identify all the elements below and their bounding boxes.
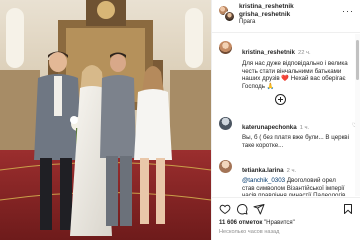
- heart-icon[interactable]: [219, 203, 231, 215]
- author-link[interactable]: grisha_reshetnik: [239, 11, 294, 19]
- comment-text: Вы, б ( без платя вже були... В церкві т…: [242, 134, 349, 149]
- post-panel: kristina_reshetnik grisha_reshetnik Праг…: [211, 0, 360, 240]
- comment-icon[interactable]: [236, 203, 248, 215]
- author-avatars[interactable]: [218, 5, 235, 22]
- add-comment-icon[interactable]: [275, 94, 286, 105]
- comment-item: katerunapechonka 1 ч. Вы, б ( без платя в…: [212, 116, 360, 149]
- caption-text: Для нас дуже відповідально і велика чест…: [242, 60, 348, 90]
- bookmark-icon[interactable]: [342, 203, 354, 215]
- photo-image: [0, 0, 211, 240]
- author-names: kristina_reshetnik grisha_reshetnik: [239, 3, 294, 19]
- comment-time: 2 ч.: [286, 168, 297, 174]
- post-actions: 11 606 отметок "Нравится" Несколько часо…: [212, 197, 360, 240]
- avatar[interactable]: [219, 160, 232, 173]
- avatar[interactable]: [224, 11, 235, 22]
- avatar[interactable]: [219, 117, 232, 130]
- post-header: kristina_reshetnik grisha_reshetnik Праг…: [212, 0, 360, 33]
- likes-label: "Нравится": [264, 220, 295, 226]
- comment-text: @tanchik_0303 Двоголовий орел став симво…: [242, 177, 349, 196]
- caption: kristina_reshetnik 22 ч. Для нас дуже від…: [212, 34, 360, 90]
- location-link[interactable]: Прага: [239, 19, 255, 25]
- post-date: Несколько часов назад: [219, 229, 280, 235]
- comment-time: 1 ч.: [299, 125, 310, 131]
- comments-section: kristina_reshetnik 22 ч. Для нас дуже від…: [212, 34, 360, 196]
- post-photo[interactable]: [0, 0, 211, 240]
- mention-link[interactable]: @tanchik_0303: [242, 177, 285, 184]
- more-icon[interactable]: ···: [342, 6, 354, 16]
- caption-username[interactable]: kristina_reshetnik: [242, 49, 295, 56]
- comment-username[interactable]: katerunapechonka: [242, 124, 297, 131]
- author-link[interactable]: kristina_reshetnik: [239, 3, 294, 11]
- likes-number: 11 606 отметок: [219, 220, 263, 226]
- share-icon[interactable]: [253, 203, 265, 215]
- caption-time: 22 ч.: [297, 50, 311, 56]
- scrollbar-thumb[interactable]: [356, 40, 359, 80]
- comment-item: tetianka.larina 2 ч. @tanchik_0303 Двогол…: [212, 159, 360, 196]
- comment-username[interactable]: tetianka.larina: [242, 167, 284, 174]
- avatar[interactable]: [219, 41, 232, 54]
- likes-count[interactable]: 11 606 отметок "Нравится": [219, 220, 295, 226]
